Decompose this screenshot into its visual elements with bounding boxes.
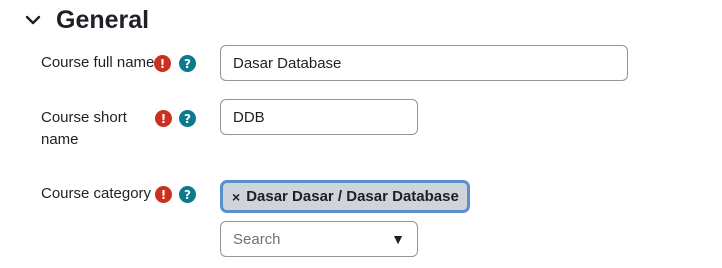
category-tag-label: Dasar Dasar / Dasar Database: [246, 188, 459, 205]
category-search-placeholder: Search: [233, 230, 281, 248]
exclamation-icon: !: [155, 110, 172, 127]
close-icon[interactable]: ×: [232, 189, 240, 205]
exclamation-icon: !: [154, 55, 171, 72]
question-icon[interactable]: ?: [179, 186, 196, 203]
shortname-label: Course short name: [41, 107, 127, 151]
exclamation-icon: !: [155, 186, 172, 203]
section-title: General: [56, 5, 150, 34]
category-search-select[interactable]: Search ▼: [220, 221, 418, 257]
category-label: Course category: [41, 185, 152, 202]
category-selected-tag[interactable]: × Dasar Dasar / Dasar Database: [220, 180, 470, 213]
shortname-label-line2: name: [41, 131, 79, 148]
fullname-label: Course full name: [41, 54, 155, 71]
caret-down-icon[interactable]: ▼: [391, 231, 405, 247]
fullname-input[interactable]: [220, 45, 628, 81]
shortname-input[interactable]: [220, 99, 418, 135]
section-header-general[interactable]: General: [22, 4, 149, 36]
chevron-down-icon[interactable]: [22, 9, 44, 31]
shortname-label-line1: Course short: [41, 109, 127, 126]
question-icon[interactable]: ?: [179, 55, 196, 72]
question-icon[interactable]: ?: [179, 110, 196, 127]
